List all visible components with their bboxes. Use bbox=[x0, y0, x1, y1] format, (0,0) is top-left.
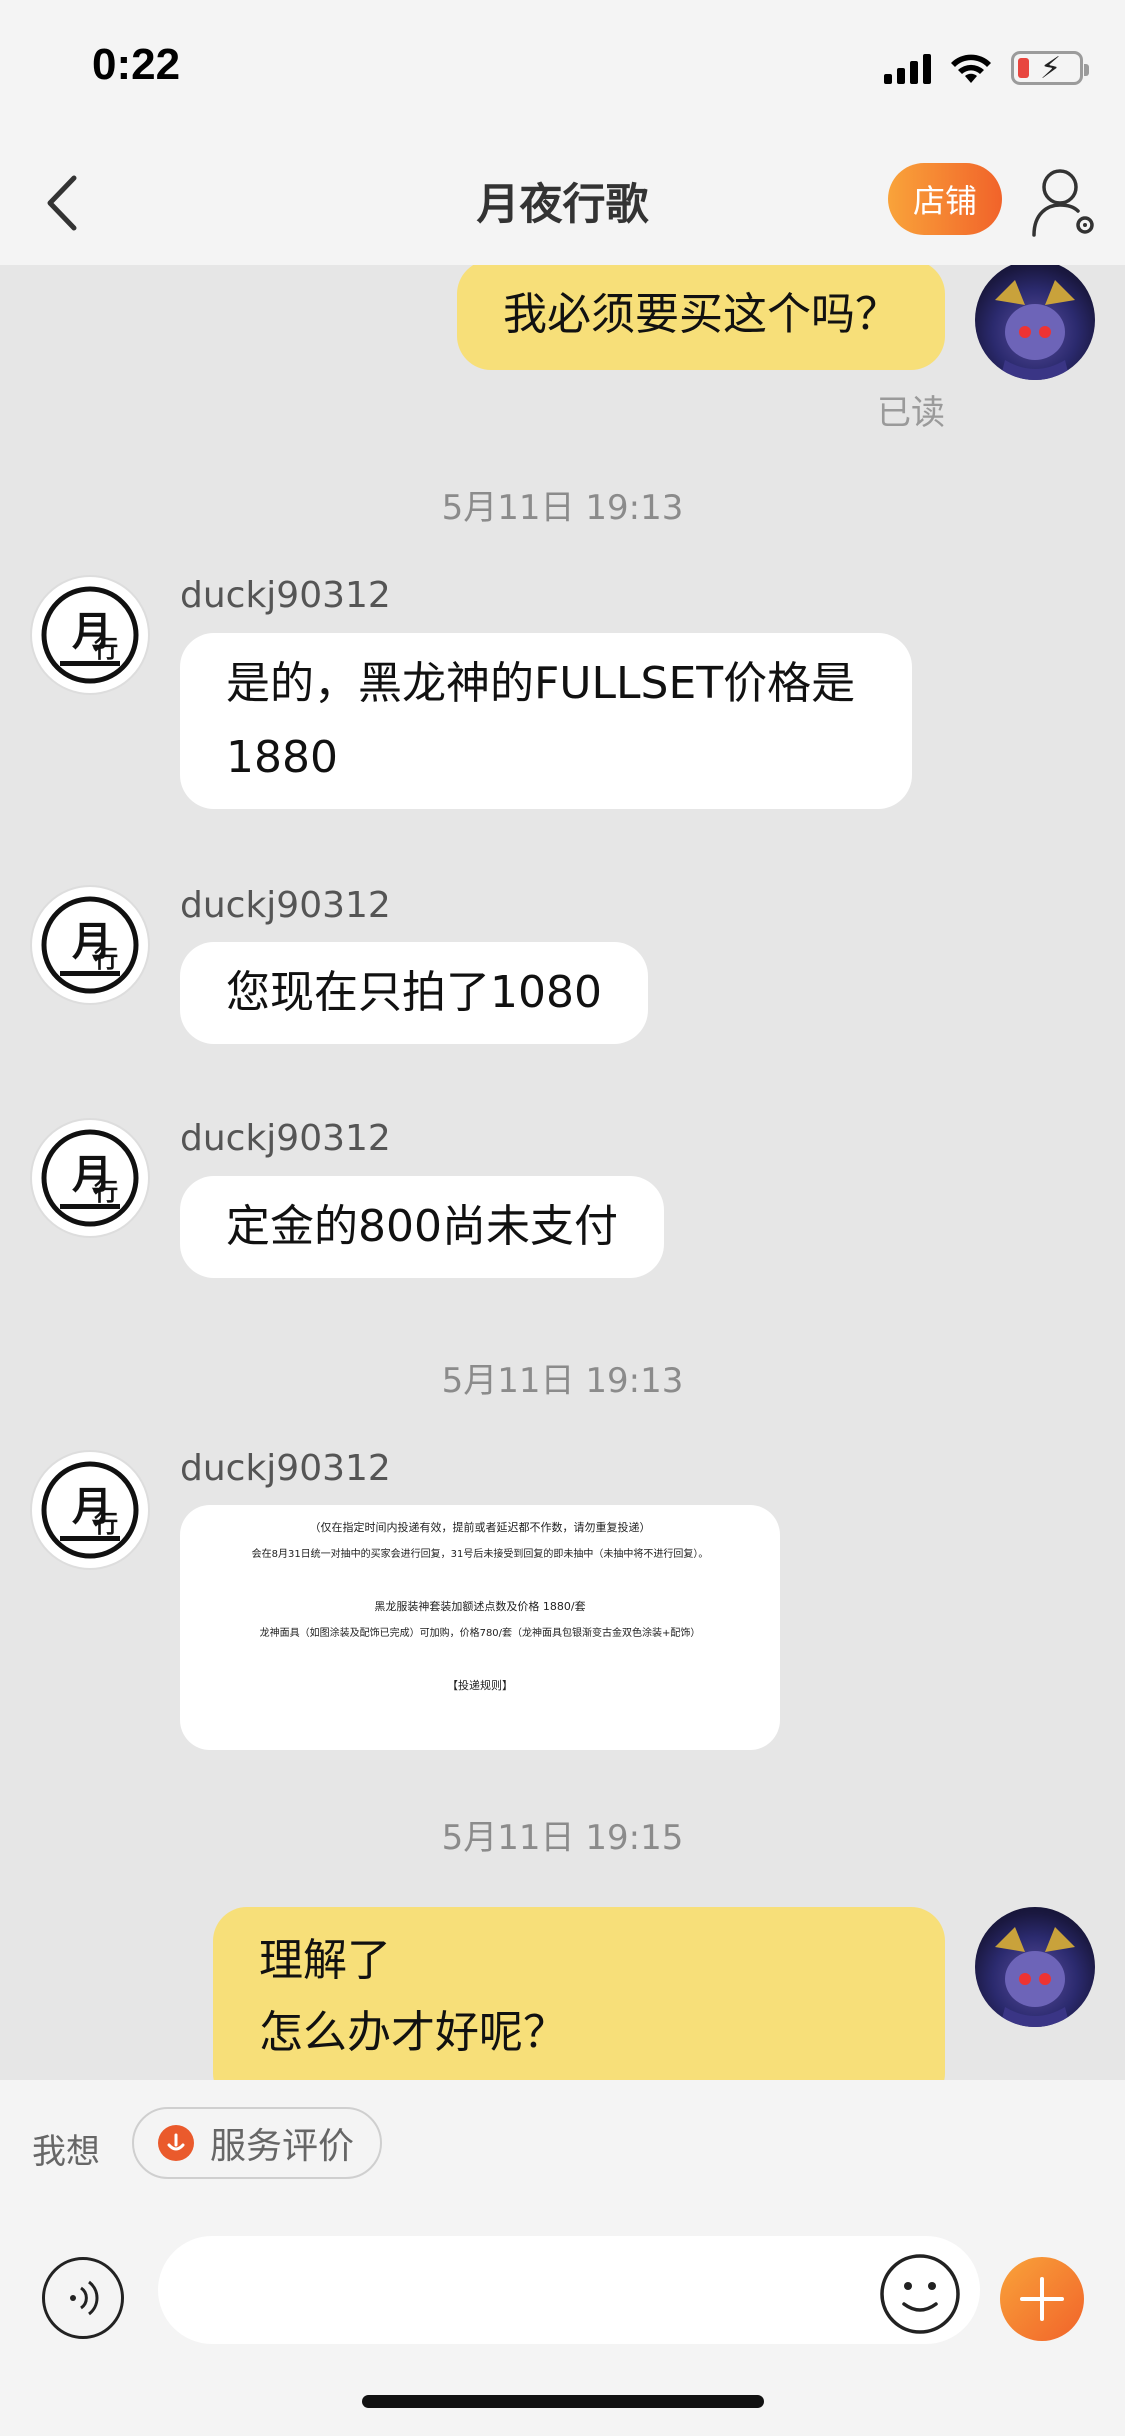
svg-text:行: 行 bbox=[93, 944, 118, 973]
shop-logo-icon: 月 行 bbox=[41, 1461, 139, 1559]
cellular-signal-icon bbox=[884, 52, 931, 84]
image-text-line: 黑龙服装神套装加额述点数及价格 1880/套 bbox=[374, 1600, 586, 1613]
shop-logo-icon: 月 行 bbox=[41, 896, 139, 994]
status-icons: ⚡ bbox=[884, 48, 1089, 88]
svg-text:行: 行 bbox=[93, 1509, 118, 1538]
image-text-line: 【投递规则】 bbox=[447, 1679, 513, 1692]
incoming-message: 是的，黑龙神的FULLSET价格是1880 bbox=[180, 633, 912, 809]
image-text-line: 龙神面具（如图涂装及配饰已完成）可加购，价格780/套（龙神面具包银渐变古金双色… bbox=[259, 1628, 701, 1639]
shop-avatar[interactable]: 月 行 bbox=[30, 1118, 150, 1238]
wifi-icon bbox=[951, 54, 991, 83]
chip-label: 服务评价 bbox=[210, 2126, 355, 2167]
shop-logo-icon: 月 行 bbox=[41, 586, 139, 684]
image-text-line: 会在8月31日统一对抽中的买家会进行回复，31号后未接受到回复的即未抽中（未抽中… bbox=[251, 1549, 709, 1560]
shop-avatar[interactable]: 月 行 bbox=[30, 885, 150, 1005]
svg-text:行: 行 bbox=[93, 1177, 118, 1206]
outgoing-message: 我必须要买这个吗？ bbox=[457, 265, 945, 370]
incoming-message: 您现在只拍了1080 bbox=[180, 942, 648, 1044]
avatar-image bbox=[995, 280, 1075, 380]
image-message[interactable]: （仅在指定时间内投递有效，提前或者延迟都不作数，请勿重复投递） 会在8月31日统… bbox=[180, 1505, 780, 1750]
user-settings-icon[interactable] bbox=[1030, 165, 1100, 239]
timestamp: 5月11日 19:13 bbox=[441, 488, 684, 528]
battery-icon: ⚡ bbox=[1011, 51, 1089, 86]
add-attachment-button[interactable] bbox=[1000, 2257, 1084, 2341]
chat-message-list[interactable]: 我必须要买这个吗？ 已读 5月11日 19:13 月 行 duckj90312 … bbox=[0, 265, 1125, 2080]
emoji-icon[interactable] bbox=[878, 2252, 962, 2336]
message-text: 您现在只拍了1080 bbox=[226, 967, 602, 1018]
nav-bar: 月夜行歌 店铺 bbox=[0, 140, 1125, 265]
message-text: 定金的800尚未支付 bbox=[226, 1201, 618, 1252]
shop-logo-icon: 月 行 bbox=[41, 1129, 139, 1227]
quick-reply-label: 我想 bbox=[32, 2132, 100, 2172]
message-text: 怎么办才好呢？ bbox=[259, 2007, 567, 2058]
shop-avatar[interactable]: 月 行 bbox=[30, 575, 150, 695]
sender-name: duckj90312 bbox=[180, 575, 391, 616]
message-input[interactable] bbox=[158, 2236, 980, 2344]
message-text: 理解了 bbox=[259, 1935, 391, 1986]
incoming-message: 定金的800尚未支付 bbox=[180, 1176, 664, 1278]
voice-input-button[interactable] bbox=[42, 2257, 124, 2339]
outgoing-message: 理解了 怎么办才好呢？ bbox=[213, 1907, 945, 2080]
home-indicator bbox=[362, 2395, 764, 2408]
shop-button[interactable]: 店铺 bbox=[888, 163, 1002, 235]
sender-name: duckj90312 bbox=[180, 1118, 391, 1159]
my-avatar[interactable] bbox=[975, 265, 1095, 380]
image-text-line: （仅在指定时间内投递有效，提前或者延迟都不作数，请勿重复投递） bbox=[309, 1521, 651, 1534]
shop-avatar[interactable]: 月 行 bbox=[30, 1450, 150, 1570]
sender-name: duckj90312 bbox=[180, 1448, 391, 1489]
avatar-image bbox=[995, 1927, 1075, 2027]
sender-name: duckj90312 bbox=[180, 885, 391, 926]
voice-icon bbox=[70, 2280, 99, 2316]
my-avatar[interactable] bbox=[975, 1907, 1095, 2027]
svg-text:行: 行 bbox=[93, 634, 118, 663]
timestamp: 5月11日 19:15 bbox=[441, 1818, 684, 1858]
rating-icon bbox=[158, 2125, 194, 2161]
quick-reply-bar: 我想 服务评价 bbox=[0, 2080, 1125, 2210]
message-input-bar bbox=[0, 2210, 1125, 2436]
message-text: 是的，黑龙神的FULLSET价格是1880 bbox=[226, 658, 856, 783]
timestamp: 5月11日 19:13 bbox=[441, 1361, 684, 1401]
read-receipt: 已读 bbox=[877, 393, 945, 433]
status-bar: 0:22 ⚡ bbox=[0, 0, 1125, 140]
message-text: 我必须要买这个吗？ bbox=[503, 289, 899, 340]
status-time: 0:22 bbox=[92, 40, 181, 89]
service-review-chip[interactable]: 服务评价 bbox=[132, 2107, 382, 2179]
